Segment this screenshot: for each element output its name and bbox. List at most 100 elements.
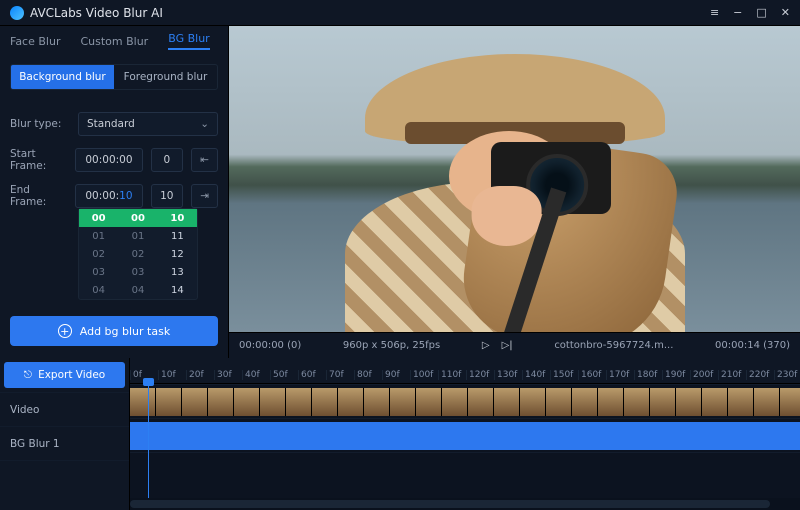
next-frame-icon[interactable]: ▷| [502, 340, 513, 351]
picker-cell[interactable]: 12 [158, 245, 197, 263]
video-thumbnail[interactable] [182, 388, 208, 416]
ruler-tick[interactable]: 30f [214, 370, 242, 380]
video-thumbnail[interactable] [754, 388, 780, 416]
ruler-tick[interactable]: 100f [410, 370, 438, 380]
minimize-icon[interactable]: − [733, 6, 742, 19]
ruler-tick[interactable]: 60f [298, 370, 326, 380]
video-thumbnail[interactable] [234, 388, 260, 416]
timeline: 0f10f20f30f40f50f60f70f80f90f100f110f120… [130, 358, 800, 510]
timeline-ruler[interactable]: 0f10f20f30f40f50f60f70f80f90f100f110f120… [130, 358, 800, 384]
video-thumbnail[interactable] [416, 388, 442, 416]
video-thumbnail[interactable] [572, 388, 598, 416]
video-thumbnail[interactable] [546, 388, 572, 416]
playbar-dimensions: 960p x 506p, 25fps [343, 340, 440, 351]
playhead[interactable] [148, 384, 149, 498]
play-icon[interactable]: ▷ [482, 340, 490, 351]
ruler-tick[interactable]: 160f [578, 370, 606, 380]
video-thumbnail[interactable] [702, 388, 728, 416]
menu-icon[interactable]: ≡ [710, 6, 719, 19]
blur-type-select[interactable]: Standard ⌄ [78, 112, 218, 136]
video-thumbnail[interactable] [468, 388, 494, 416]
ruler-tick[interactable]: 230f [774, 370, 800, 380]
ruler-tick[interactable]: 120f [466, 370, 494, 380]
video-thumbnail[interactable] [156, 388, 182, 416]
ruler-tick[interactable]: 50f [270, 370, 298, 380]
seg-background-blur[interactable]: Background blur [11, 65, 114, 89]
start-frame-time[interactable]: 00:00:00 [75, 148, 142, 172]
end-frame-set-icon[interactable]: ⇥ [191, 184, 218, 208]
tab-bg-blur[interactable]: BG Blur [168, 32, 209, 50]
ruler-tick[interactable]: 150f [550, 370, 578, 380]
tab-face-blur[interactable]: Face Blur [10, 35, 60, 48]
video-thumbnail[interactable] [442, 388, 468, 416]
start-frame-label: Start Frame: [10, 148, 67, 172]
video-thumbnail[interactable] [728, 388, 754, 416]
picker-cell[interactable]: 02 [79, 245, 118, 263]
picker-cell[interactable]: 02 [118, 245, 157, 263]
video-thumbnail[interactable] [598, 388, 624, 416]
blur-type-label: Blur type: [10, 118, 70, 130]
ruler-tick[interactable]: 20f [186, 370, 214, 380]
picker-cell[interactable]: 14 [158, 281, 197, 299]
ruler-tick[interactable]: 170f [606, 370, 634, 380]
end-frame-time[interactable]: 00:00:10 [75, 184, 142, 208]
ruler-tick[interactable]: 180f [634, 370, 662, 380]
video-thumbnail[interactable] [494, 388, 520, 416]
video-thumbnail[interactable] [624, 388, 650, 416]
preview-pane: 00:00:00 (0) 960p x 506p, 25fps ▷ ▷| cot… [229, 26, 800, 358]
ruler-tick[interactable]: 80f [354, 370, 382, 380]
video-thumbnail[interactable] [130, 388, 156, 416]
picker-cell[interactable]: 04 [118, 281, 157, 299]
picker-cell[interactable]: 01 [118, 227, 157, 245]
export-icon: ⎋ [24, 369, 32, 382]
ruler-tick[interactable]: 140f [522, 370, 550, 380]
sidebar: Face Blur Custom Blur BG Blur Background… [0, 26, 229, 358]
video-track[interactable] [130, 384, 800, 418]
video-thumbnail[interactable] [312, 388, 338, 416]
start-frame-set-icon[interactable]: ⇤ [191, 148, 218, 172]
logo-icon [10, 6, 24, 20]
bgblur-clip[interactable] [130, 422, 800, 450]
ruler-tick[interactable]: 220f [746, 370, 774, 380]
bgblur-track[interactable] [130, 418, 800, 452]
ruler-tick[interactable]: 200f [690, 370, 718, 380]
ruler-tick[interactable]: 10f [158, 370, 186, 380]
ruler-tick[interactable]: 110f [438, 370, 466, 380]
export-video-button[interactable]: ⎋ Export Video [4, 362, 125, 388]
video-thumbnail[interactable] [208, 388, 234, 416]
video-thumbnail[interactable] [650, 388, 676, 416]
ruler-tick[interactable]: 70f [326, 370, 354, 380]
video-thumbnail[interactable] [676, 388, 702, 416]
picker-cell[interactable]: 01 [79, 227, 118, 245]
ruler-tick[interactable]: 40f [242, 370, 270, 380]
picker-cell[interactable]: 10 [158, 209, 197, 227]
seg-foreground-blur[interactable]: Foreground blur [114, 65, 217, 89]
maximize-icon[interactable]: □ [756, 6, 766, 19]
ruler-tick[interactable]: 90f [382, 370, 410, 380]
add-bg-blur-task-button[interactable]: + Add bg blur task [10, 316, 218, 346]
video-thumbnail[interactable] [520, 388, 546, 416]
video-thumbnail[interactable] [338, 388, 364, 416]
ruler-tick[interactable]: 190f [662, 370, 690, 380]
video-thumbnail[interactable] [260, 388, 286, 416]
picker-cell[interactable]: 03 [79, 263, 118, 281]
picker-cell[interactable]: 00 [79, 209, 118, 227]
picker-cell[interactable]: 04 [79, 281, 118, 299]
start-frame-number[interactable]: 0 [151, 148, 184, 172]
close-icon[interactable]: ✕ [781, 6, 790, 19]
picker-cell[interactable]: 11 [158, 227, 197, 245]
timeline-scrollbar[interactable] [130, 498, 800, 510]
video-thumbnail[interactable] [364, 388, 390, 416]
video-thumbnail[interactable] [286, 388, 312, 416]
tab-custom-blur[interactable]: Custom Blur [80, 35, 148, 48]
video-preview[interactable] [229, 26, 800, 332]
picker-cell[interactable]: 13 [158, 263, 197, 281]
video-thumbnail[interactable] [780, 388, 800, 416]
end-frame-number[interactable]: 10 [151, 184, 184, 208]
picker-cell[interactable]: 00 [118, 209, 157, 227]
ruler-tick[interactable]: 130f [494, 370, 522, 380]
empty-track [130, 452, 800, 486]
video-thumbnail[interactable] [390, 388, 416, 416]
ruler-tick[interactable]: 210f [718, 370, 746, 380]
picker-cell[interactable]: 03 [118, 263, 157, 281]
